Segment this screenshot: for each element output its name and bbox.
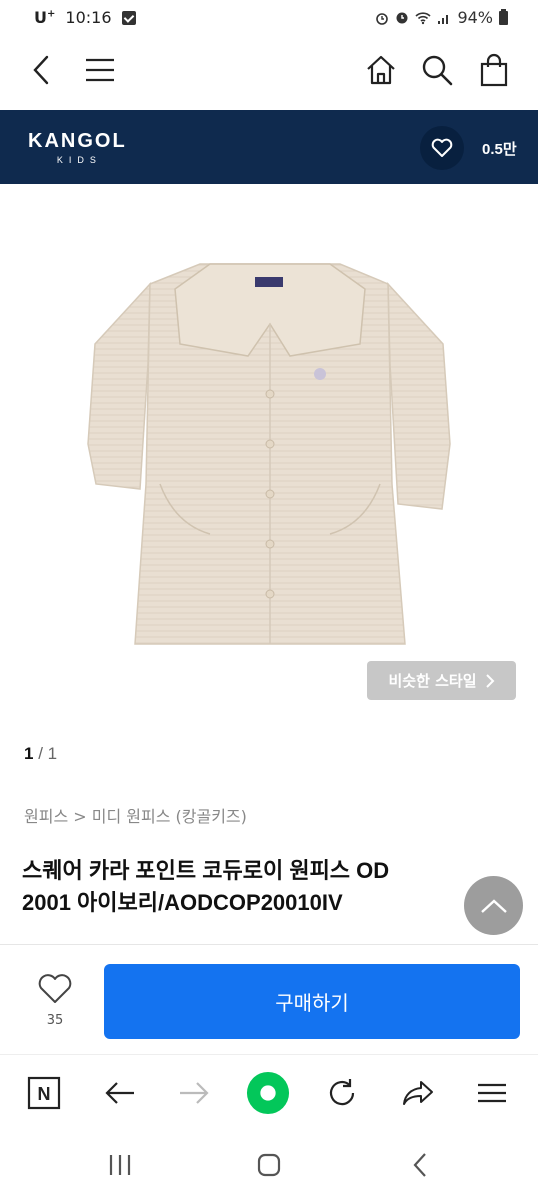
back-button[interactable] (22, 50, 62, 90)
clock-icon (396, 12, 408, 23)
naver-home-button[interactable]: N (22, 1071, 66, 1115)
notification-check-icon (121, 10, 136, 25)
search-button[interactable] (417, 50, 457, 90)
recent-apps-button[interactable] (100, 1148, 140, 1182)
share-button[interactable] (396, 1071, 440, 1115)
menu-icon (478, 1083, 506, 1103)
signal-icon (438, 14, 449, 24)
heart-outline-icon (38, 974, 72, 1003)
alarm-icon (376, 12, 389, 25)
image-pager: 1 / 1 (24, 744, 57, 764)
purchase-bar: 35 구매하기 (0, 944, 538, 1054)
product-image[interactable] (0, 184, 538, 724)
clock: 10:16 (65, 8, 112, 27)
carrier: U+ (34, 8, 56, 27)
chevron-right-icon (485, 673, 494, 688)
top-navigation (0, 36, 538, 110)
dress-illustration (87, 263, 451, 645)
brand-bar: KANGOL KIDS 0.5만 (0, 110, 538, 184)
refresh-button[interactable] (320, 1071, 364, 1115)
browser-back-button[interactable] (98, 1071, 142, 1115)
back-arrow-icon (105, 1082, 134, 1104)
green-dot-icon (246, 1071, 290, 1115)
system-navigation (0, 1130, 538, 1200)
recent-apps-icon (109, 1155, 131, 1175)
refresh-icon (329, 1079, 355, 1106)
share-icon (403, 1081, 433, 1105)
chevron-up-icon (480, 898, 507, 913)
cart-button[interactable] (474, 50, 514, 90)
system-back-icon (413, 1153, 426, 1177)
brand-like-count: 0.5만 (482, 141, 517, 158)
product-title-line1: 스퀘어 카라 포인트 코듀로이 원피스 OD (22, 858, 390, 883)
shopping-bag-icon (480, 53, 508, 87)
n-icon: N (27, 1076, 61, 1110)
green-dot-button[interactable] (246, 1071, 290, 1115)
menu-icon (86, 58, 114, 82)
product-title: 스퀘어 카라 포인트 코듀로이 원피스 OD 2001 아이보리/AODCOP2… (22, 855, 512, 919)
browser-toolbar: N (0, 1054, 538, 1130)
brand-logo[interactable]: KANGOL KIDS (28, 130, 127, 165)
pager-separator: / (33, 744, 48, 763)
brand-name: KANGOL (28, 130, 127, 152)
product-title-line2: 2001 아이보리/AODCOP20010IV (22, 889, 343, 915)
home-icon (367, 55, 395, 85)
wishlist-button[interactable]: 35 (30, 973, 80, 1028)
search-icon (422, 55, 453, 86)
similar-style-label: 비슷한 스타일 (388, 672, 477, 690)
battery-icon (499, 8, 508, 25)
system-home-button[interactable] (249, 1148, 289, 1182)
scroll-to-top-button[interactable] (464, 876, 523, 935)
total-pages: 1 (47, 744, 58, 763)
brand-like-button[interactable] (420, 126, 464, 170)
brand-sub: KIDS (56, 155, 102, 165)
system-home-icon (257, 1153, 281, 1177)
buy-button[interactable]: 구매하기 (104, 964, 520, 1039)
menu-button[interactable] (80, 50, 120, 90)
browser-forward-button[interactable] (172, 1071, 216, 1115)
status-bar: U+ 10:16 94% (0, 0, 538, 36)
similar-style-button[interactable]: 비슷한 스타일 (367, 661, 516, 700)
svg-text:N: N (38, 1084, 51, 1104)
system-back-button[interactable] (400, 1148, 440, 1182)
home-button[interactable] (361, 50, 401, 90)
breadcrumb[interactable]: 원피스 > 미디 원피스 (캉골키즈) (24, 803, 247, 827)
back-icon (33, 55, 49, 85)
wishlist-count: 35 (46, 1013, 64, 1028)
forward-arrow-icon (180, 1082, 209, 1104)
heart-icon (431, 138, 453, 157)
wifi-icon (415, 11, 431, 24)
browser-menu-button[interactable] (470, 1071, 514, 1115)
battery-percent: 94% (457, 8, 493, 27)
